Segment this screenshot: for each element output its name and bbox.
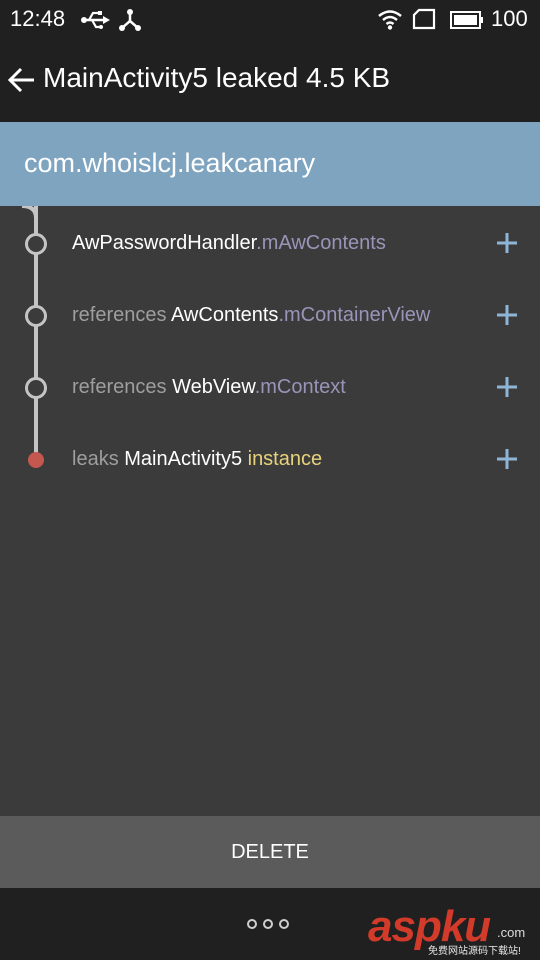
trace-class: AwPasswordHandler: [72, 232, 257, 254]
plus-icon[interactable]: [494, 374, 520, 400]
page-title: MainActivity5 leaked 4.5 KB: [43, 62, 391, 93]
trace-field: .mContainerView: [278, 304, 431, 326]
trace-row-text: references WebView.mContext: [72, 376, 346, 399]
plus-icon[interactable]: [494, 446, 520, 472]
trace-instance: instance: [242, 448, 323, 470]
plus-icon[interactable]: [494, 302, 520, 328]
trace-prefix: references: [72, 376, 173, 398]
leak-trace-list: AwPasswordHandler.mAwContents references…: [0, 206, 540, 816]
trace-row[interactable]: references AwContents.mContainerView: [0, 280, 540, 352]
trace-field: .mAwContents: [256, 232, 386, 254]
trace-row-text: AwPasswordHandler.mAwContents: [72, 232, 386, 255]
battery-level: 100: [491, 6, 528, 31]
trace-row[interactable]: leaks MainActivity5 instance: [0, 424, 540, 496]
more-icon[interactable]: [246, 918, 290, 930]
trace-prefix: leaks: [72, 448, 125, 470]
trace-prefix: references: [72, 304, 171, 326]
trace-row-text: references AwContents.mContainerView: [72, 304, 430, 327]
trace-node: [25, 233, 47, 255]
plus-icon[interactable]: [494, 230, 520, 256]
trace-node: [25, 305, 47, 327]
wifi-icon: [378, 10, 402, 30]
back-arrow-icon[interactable]: [6, 64, 38, 96]
trace-class: MainActivity5: [124, 448, 243, 470]
package-name: com.whoislcj.leakcanary: [24, 148, 316, 178]
leak-node: [28, 452, 44, 468]
trace-class: WebView: [172, 376, 255, 398]
trace-class: AwContents: [170, 304, 279, 326]
battery-icon: [450, 11, 483, 29]
trace-node: [25, 377, 47, 399]
status-time: 12:48: [10, 6, 66, 31]
watermark-caption: 免费网站源码下载站!: [428, 946, 521, 957]
trace-row-text: leaks MainActivity5 instance: [72, 448, 322, 471]
package-header: com.whoislcj.leakcanary: [0, 122, 540, 206]
trace-row[interactable]: AwPasswordHandler.mAwContents: [0, 208, 540, 280]
app-bar: MainActivity5 leaked 4.5 KB: [0, 40, 540, 122]
trace-row[interactable]: references WebView.mContext: [0, 352, 540, 424]
share-icon: [119, 9, 141, 31]
watermark-domain: .com: [497, 925, 526, 940]
status-bar: 12:48 100: [0, 0, 540, 40]
usb-icon: [81, 11, 110, 29]
delete-button[interactable]: DELETE: [0, 816, 540, 888]
sim-icon: [412, 8, 436, 30]
trace-field: .mContext: [254, 376, 346, 398]
